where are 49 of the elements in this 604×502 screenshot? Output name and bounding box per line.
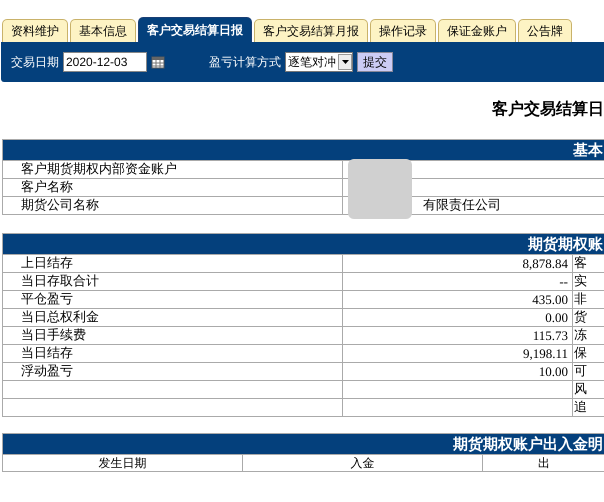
table-cell: --: [342, 272, 572, 290]
table-cell: 当日总权利金: [2, 308, 342, 326]
table-cell: 非: [572, 290, 604, 308]
section-header: 基本: [2, 140, 604, 160]
table-cell: 有限责任公司: [342, 196, 604, 214]
calendar-icon[interactable]: [151, 55, 165, 69]
tab[interactable]: 客户交易结算月报: [254, 19, 368, 42]
tab[interactable]: 公告牌: [518, 19, 572, 42]
section-header: 期货期权账: [2, 234, 604, 254]
table-cell: 可: [572, 362, 604, 380]
table-cell: 上日结存: [2, 254, 342, 272]
date-field[interactable]: 2020-12-03: [63, 52, 147, 72]
method-label: 盈亏计算方式: [209, 54, 281, 70]
table-cell: 保: [572, 344, 604, 362]
table-cell: 115.73: [342, 326, 572, 344]
section-header: 期货期权账户出入金明: [2, 434, 604, 454]
table-cell: 8,878.84: [342, 254, 572, 272]
tab[interactable]: 保证金账户: [438, 19, 516, 42]
table-cell: 实: [572, 272, 604, 290]
table-cell: 0.00: [342, 308, 572, 326]
tab[interactable]: 操作记录: [370, 19, 436, 42]
table-cell: 435.00: [342, 290, 572, 308]
tab[interactable]: 客户交易结算日报: [138, 17, 252, 42]
table-cell: 9,198.11: [342, 344, 572, 362]
table-cell: 冻: [572, 326, 604, 344]
column-header: 发生日期: [2, 454, 242, 472]
table-cell: 10.00: [342, 362, 572, 380]
table-cell: 期货公司名称: [2, 196, 342, 214]
table-cell: 当日手续费: [2, 326, 342, 344]
table-cell: 客户期货期权内部资金账户: [2, 160, 342, 178]
report-title: 客户交易结算日: [491, 98, 604, 120]
table-cell: 当日结存: [2, 344, 342, 362]
table-cell: 货: [572, 308, 604, 326]
tab[interactable]: 基本信息: [70, 19, 136, 42]
table-cell: 平仓盈亏: [2, 290, 342, 308]
table-cell: 浮动盈亏: [2, 362, 342, 380]
column-header: 入金: [242, 454, 482, 472]
submit-button[interactable]: 提交: [357, 52, 393, 72]
table-cell: 客: [572, 254, 604, 272]
column-header: 出: [482, 454, 604, 472]
table-cell: 当日存取合计: [2, 272, 342, 290]
date-label: 交易日期: [11, 54, 59, 70]
table-cell: 风: [572, 380, 604, 398]
table-cell: 客户名称: [2, 178, 342, 196]
tab[interactable]: 资料维护: [2, 19, 68, 42]
blurred-block: [348, 159, 412, 219]
caret-icon: [338, 54, 352, 70]
table-cell: 追: [572, 398, 604, 416]
method-dropdown[interactable]: 逐笔对冲: [285, 52, 353, 72]
